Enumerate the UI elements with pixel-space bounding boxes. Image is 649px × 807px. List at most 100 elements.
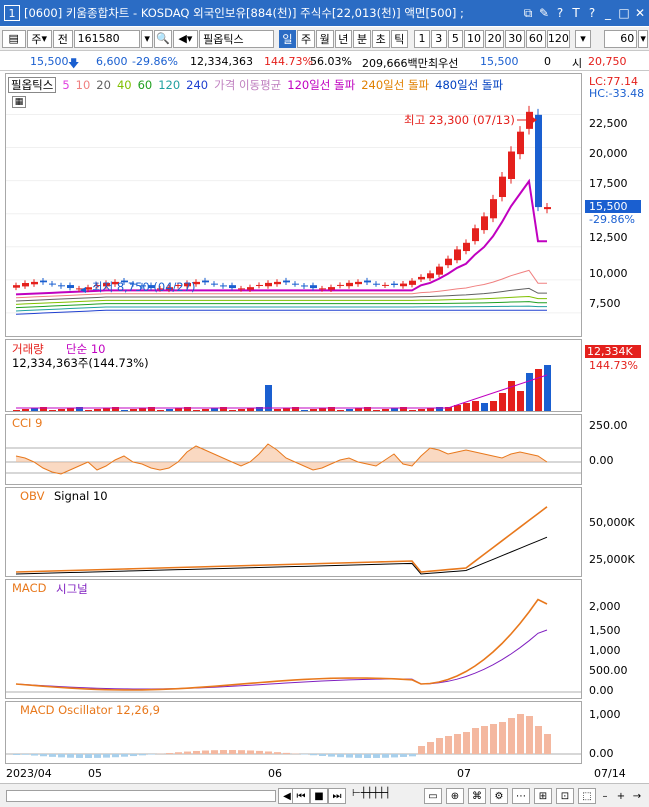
- osc-bar-22: [211, 750, 218, 754]
- cci-panel[interactable]: CCI 9: [5, 414, 582, 485]
- candle-body-36: [337, 284, 344, 286]
- osc-bar-0: [13, 754, 20, 755]
- code-dropdown-icon[interactable]: ▾: [141, 29, 153, 48]
- price-panel[interactable]: 필옵틱스 5 10 20 40 60 120 240 가격 이동평균 120일선 돌파 240일선 …: [5, 73, 582, 337]
- tool2-icon[interactable]: ⚙: [490, 788, 508, 804]
- osc-bar-15: [148, 754, 155, 755]
- volume-bar-1: [22, 409, 29, 411]
- volume-bar-54: [499, 393, 506, 411]
- close-icon[interactable]: ✕: [633, 6, 647, 20]
- stop-icon[interactable]: ■: [310, 788, 328, 804]
- legend-item-0: 필옵틱스: [8, 77, 57, 93]
- interval-60[interactable]: 60: [526, 29, 546, 48]
- osc-bar-51: [472, 728, 479, 754]
- macd-title: MACD: [12, 581, 47, 595]
- volume-panel[interactable]: 거래량 단순 10 12,334,363주(144.73%): [5, 339, 582, 412]
- count-spin-icon[interactable]: ▾: [638, 29, 649, 48]
- period-week[interactable]: 주: [297, 29, 315, 48]
- period-year[interactable]: 년: [334, 29, 353, 48]
- legend-item-1: 5: [62, 78, 70, 92]
- tool5-icon[interactable]: ⊡: [556, 788, 574, 804]
- price-change: 6,600: [96, 55, 128, 68]
- question-icon[interactable]: ?: [585, 6, 599, 20]
- candle-body-5: [58, 285, 65, 287]
- grid-menu-button[interactable]: ▤: [2, 29, 26, 48]
- interval-20[interactable]: 20: [484, 29, 505, 48]
- arrow-right-icon[interactable]: →: [628, 788, 646, 804]
- volume-bar-42: [391, 408, 398, 411]
- obv-tick-50000: 50,000K: [589, 516, 635, 529]
- legend-item-6: 120: [158, 78, 181, 92]
- market-select[interactable]: 주 ▾: [26, 29, 52, 48]
- interval-3[interactable]: 3: [430, 29, 447, 48]
- volume-bar-44: [409, 410, 416, 411]
- osc-bar-1: [22, 754, 29, 755]
- trade-amount: 209,666백만: [362, 57, 428, 70]
- candle-body-51: [472, 228, 479, 242]
- legend-item-7: 240: [186, 78, 209, 92]
- first-icon[interactable]: ⏮: [292, 788, 310, 804]
- interval-1[interactable]: 1: [414, 29, 430, 48]
- tick-17500: 17,500: [589, 177, 628, 190]
- font-icon[interactable]: T: [569, 6, 583, 20]
- osc-bar-46: [427, 742, 434, 754]
- mode-button[interactable]: 전: [52, 29, 73, 48]
- arrow-down-icon[interactable]: ▾: [575, 29, 591, 48]
- indicator-select[interactable]: 필옵틱스: [199, 29, 274, 48]
- period-minute[interactable]: 분: [353, 29, 371, 48]
- macd-tick-2000: 2,000: [589, 600, 621, 613]
- crosshair-icon[interactable]: ⊕: [446, 788, 464, 804]
- window-titlebar: 1 [0600] 키움종합차트 - KOSDAQ 외국인보유[884(천)] 주…: [0, 0, 649, 26]
- macd-sub: 시그널: [56, 582, 88, 596]
- candle-body-42: [391, 283, 398, 285]
- period-tick[interactable]: 틱: [390, 29, 409, 48]
- help-icon[interactable]: ?: [553, 6, 567, 20]
- candle-body-0: [13, 285, 20, 288]
- search-icon[interactable]: 🔍: [154, 29, 172, 48]
- candle-body-55: [508, 151, 515, 180]
- tick-20000: 20,000: [589, 147, 628, 160]
- tool4-icon[interactable]: ⊞: [534, 788, 552, 804]
- fit-icon[interactable]: ▭: [424, 788, 442, 804]
- legend-item-5: 60: [137, 78, 153, 92]
- link-icon[interactable]: ⧉: [521, 6, 535, 21]
- scroll-track[interactable]: [6, 790, 276, 802]
- osc-bar-39: [364, 754, 371, 758]
- period-month[interactable]: 월: [315, 29, 334, 48]
- osc-bar-47: [436, 738, 443, 754]
- candle-body-38: [355, 281, 362, 285]
- interval-30[interactable]: 30: [505, 29, 526, 48]
- interval-120[interactable]: 120: [546, 29, 571, 48]
- count-input[interactable]: 60: [603, 29, 638, 48]
- speaker-icon[interactable]: ◀▾: [172, 29, 199, 48]
- volume-bar-56: [517, 391, 524, 411]
- last-icon[interactable]: ⏭: [328, 788, 346, 804]
- interval-5[interactable]: 5: [447, 29, 464, 48]
- tool1-icon[interactable]: ⌘: [468, 788, 486, 804]
- oscillator-panel[interactable]: MACD Oscillator 12,26,9: [5, 701, 582, 764]
- candle-body-4: [49, 283, 56, 285]
- obv-panel[interactable]: OBV Signal 10: [5, 487, 582, 577]
- stock-code-input[interactable]: 161580: [73, 29, 141, 48]
- period-day[interactable]: 일: [278, 29, 297, 48]
- period-second[interactable]: 초: [371, 29, 390, 48]
- maximize-icon[interactable]: □: [617, 6, 631, 20]
- legend-item-10: 240일선 돌파: [361, 78, 430, 92]
- volume-bar-13: [130, 409, 137, 411]
- tool3-icon[interactable]: ⋯: [512, 788, 530, 804]
- grid-icon[interactable]: ▦: [12, 96, 26, 108]
- interval-10[interactable]: 10: [464, 29, 484, 48]
- candle-body-47: [436, 266, 443, 275]
- volume-bar-20: [193, 410, 200, 411]
- candle-body-26: [247, 287, 254, 290]
- macd-panel[interactable]: MACD 시그널: [5, 579, 582, 699]
- macd-tick-1500: 1,500: [589, 624, 621, 637]
- zoom-slider[interactable]: ⊢┼┼┼┼┤: [352, 788, 420, 804]
- tool6-icon[interactable]: ⬚: [578, 788, 596, 804]
- minimize-icon[interactable]: _: [601, 6, 615, 20]
- candle-body-54: [499, 176, 506, 198]
- candle-body-41: [382, 284, 389, 286]
- x-label-may: 05: [88, 767, 102, 780]
- osc-bar-57: [526, 716, 533, 754]
- pin-icon[interactable]: ✎: [537, 6, 551, 20]
